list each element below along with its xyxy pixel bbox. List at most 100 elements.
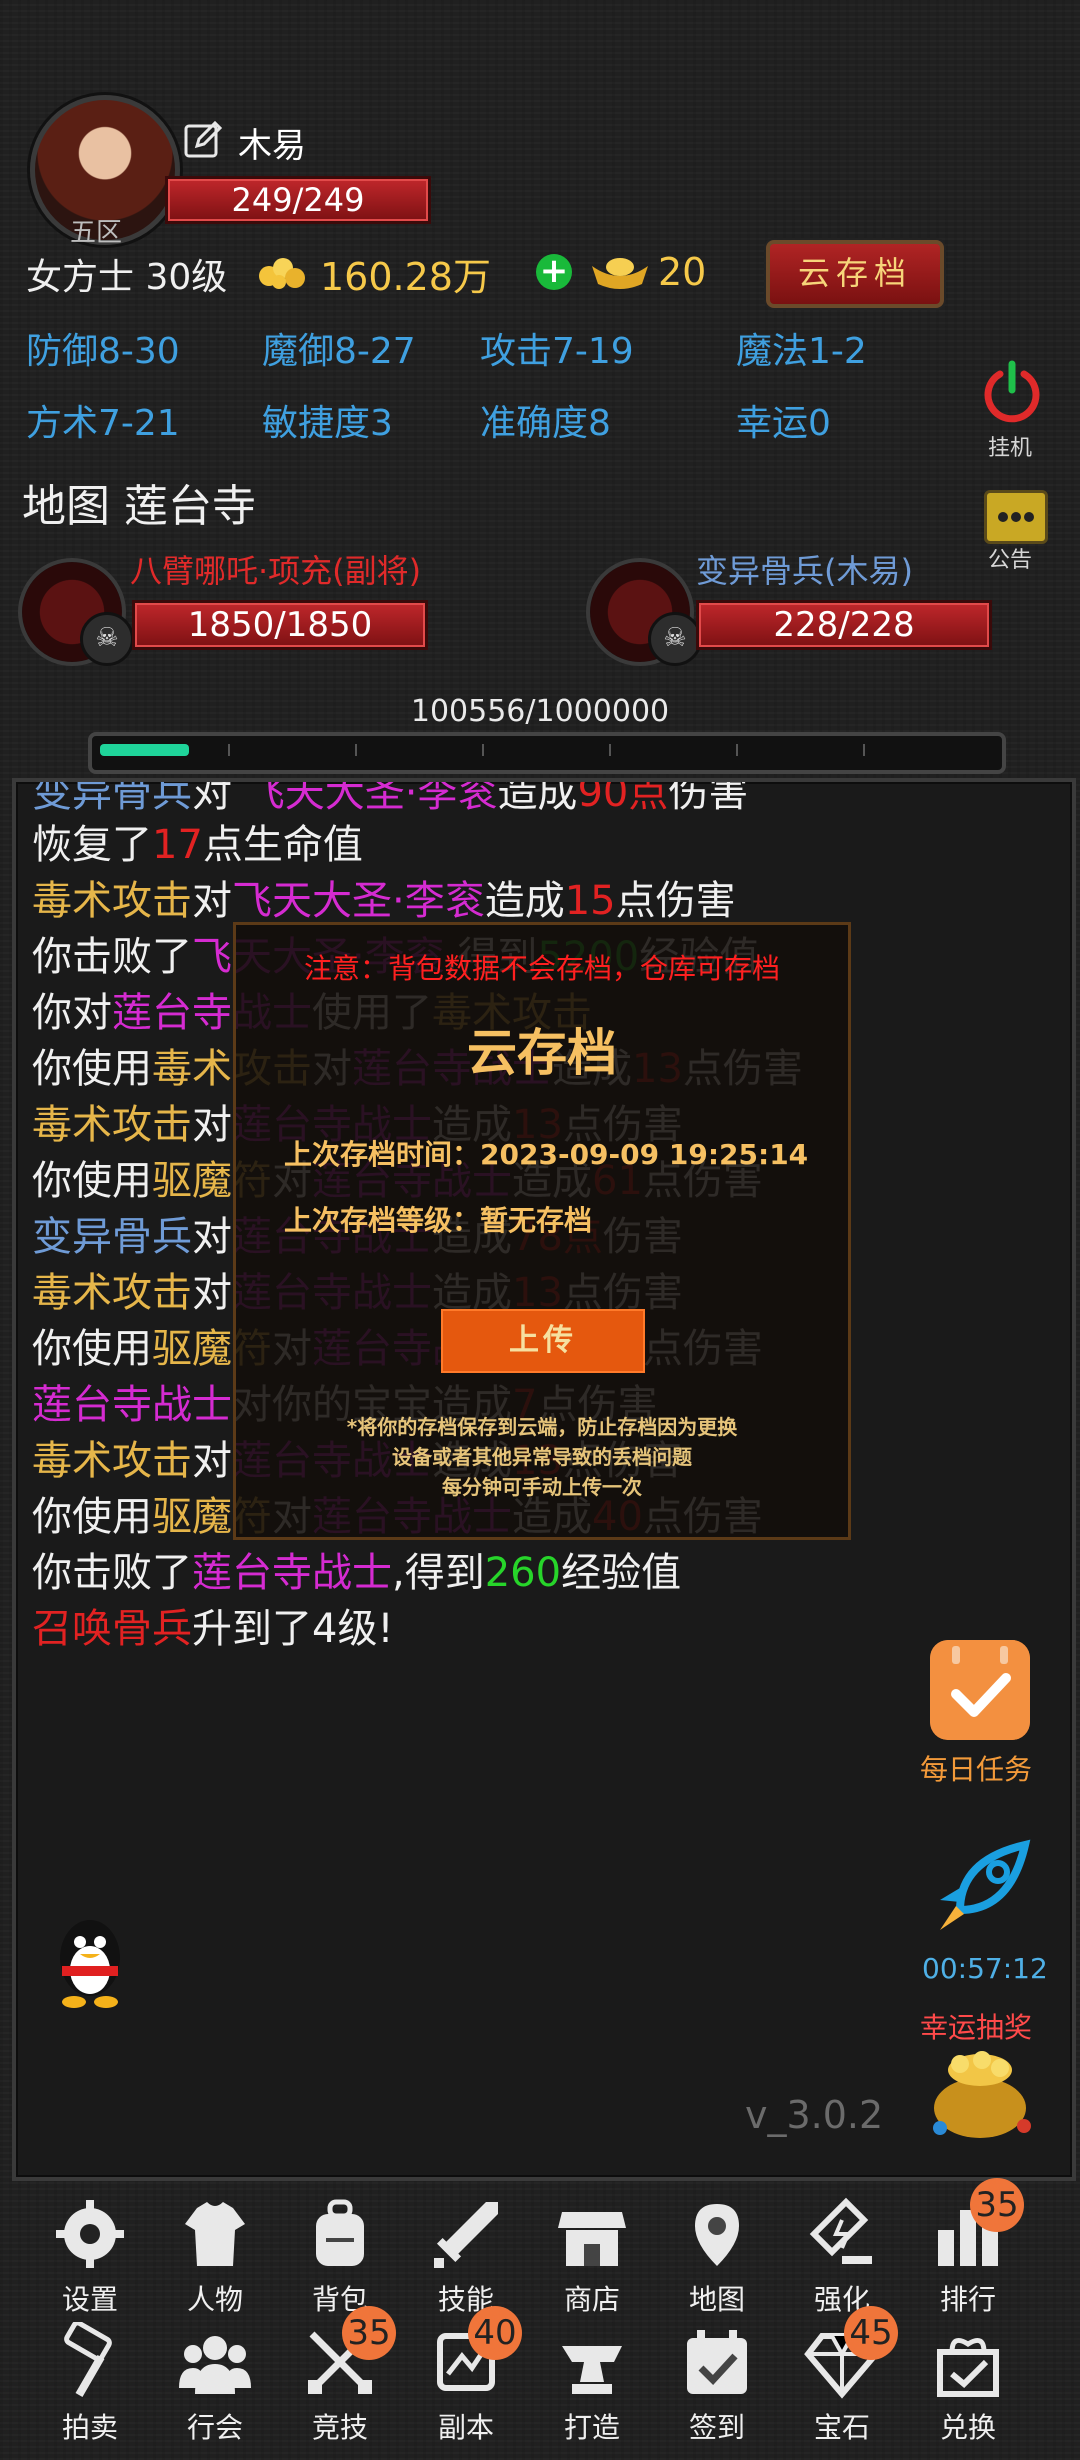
log-segment: 莲台寺战士 (32, 1382, 232, 1428)
daily-task-label: 每日任务 (920, 1753, 1033, 1786)
player-hp-bar: 249/249 (165, 176, 431, 224)
exp-divider (863, 744, 865, 756)
log-segment: 毒术攻击 (32, 878, 192, 924)
log-segment: 变异骨兵 (32, 1214, 192, 1260)
dialog-note: *将你的存档保存到云端，防止存档因为更换 (346, 1415, 738, 1439)
log-line: 毒术攻击对飞天大圣·李衮造成15点伤害 (32, 868, 736, 926)
nav-item-calendar-check[interactable]: 签到 (667, 2320, 767, 2446)
nav-item-hammer[interactable]: 拍卖 (40, 2320, 140, 2446)
version-label: v_3.0.2 (745, 2093, 884, 2137)
nav-item-anvil[interactable]: 打造 (542, 2320, 642, 2446)
calendar-check-icon (667, 2320, 767, 2404)
cloud-save-dialog: 注意：背包数据不会存档，仓库可存档 云存档 上次存档时间：2023-09-09 … (233, 922, 851, 1540)
log-segment: ,得到 (392, 1550, 485, 1596)
nav-item-enhance[interactable]: 强化 (792, 2192, 892, 2318)
stat-magic: 魔法1-2 (736, 331, 867, 372)
log-segment: 飞天大圣·李衮 (244, 778, 498, 816)
nav-item-map-pin[interactable]: 地图 (667, 2192, 767, 2318)
log-segment: 你击败了 (32, 1550, 192, 1596)
log-segment: 260 (484, 1550, 562, 1596)
last-save-time-row: 上次存档时间：2023-09-09 19:25:14 (284, 1133, 808, 1173)
exp-divider (228, 744, 230, 756)
notice-icon[interactable] (984, 490, 1048, 544)
treasure-bag-icon[interactable] (920, 2040, 1040, 2140)
dialog-warning: 注意：背包数据不会存档，仓库可存档 (303, 952, 780, 985)
nav-item-sword[interactable]: 技能 (416, 2192, 516, 2318)
stat-agility: 敏捷度3 (262, 403, 393, 444)
log-segment: 飞天大圣·李衮 (232, 878, 485, 924)
nav-label: 排行 (939, 2283, 996, 2316)
last-save-level-label: 上次存档等级： (284, 1204, 481, 1237)
stat-magic-defense: 魔御8-27 (262, 331, 416, 372)
notification-badge: 40 (468, 2306, 522, 2360)
sword-icon (416, 2192, 516, 2276)
log-segment: 你击败了 (32, 934, 192, 980)
nav-item-shop[interactable]: 商店 (542, 2192, 642, 2318)
log-segment: 升到了4级! (192, 1606, 394, 1652)
log-segment: 对 (192, 778, 245, 816)
enemy-name: 八臂哪吒·项充(副将) (130, 552, 422, 590)
nav-item-armor[interactable]: 人物 (165, 2192, 265, 2318)
stat-attack: 攻击7-19 (480, 331, 634, 372)
skull-icon: ☠ (648, 612, 702, 666)
class-level: 女方士 30级 (26, 257, 228, 298)
dots-icon (998, 512, 1034, 522)
last-save-level-value: 暂无存档 (480, 1204, 593, 1237)
log-segment: 对 (192, 878, 232, 924)
exp-divider (482, 744, 484, 756)
qq-penguin-icon[interactable] (48, 1910, 132, 2020)
afk-label: 挂机 (988, 436, 1033, 461)
nav-label: 行会 (186, 2411, 243, 2444)
dialog-title: 云存档 (467, 1024, 617, 1082)
ingot-amount: 20 (658, 250, 707, 294)
daily-task-icon[interactable] (930, 1640, 1030, 1740)
gift-exchange-icon (918, 2320, 1018, 2404)
log-segment: 点生命值 (202, 822, 363, 868)
pet-hp-bar: 228/228 (696, 600, 992, 650)
exp-divider (609, 744, 611, 756)
armor-icon (165, 2192, 265, 2276)
nav-label: 竞技 (311, 2411, 368, 2444)
log-segment: 你使用 (32, 1326, 152, 1372)
upload-button[interactable]: 上传 (441, 1309, 645, 1373)
power-icon[interactable] (980, 360, 1044, 424)
log-segment: 恢复了 (32, 822, 152, 868)
hammer-icon (40, 2320, 140, 2404)
nav-item-gear[interactable]: 设置 (40, 2192, 140, 2318)
ingot-icon (592, 258, 648, 289)
stat-accuracy: 准确度8 (480, 403, 611, 444)
zone-label: 五区 (70, 218, 123, 248)
nav-label: 签到 (688, 2411, 745, 2444)
countdown-timer: 00:57:12 (922, 1952, 1048, 1985)
gold-amount: 160.28万 (320, 255, 491, 299)
rocket-icon[interactable] (920, 1830, 1040, 1950)
log-segment: 点伤害 (615, 878, 736, 924)
log-segment: 你使用 (32, 1158, 152, 1204)
log-line: 你击败了莲台寺战士,得到260经验值 (32, 1540, 681, 1598)
gear-icon (40, 2192, 140, 2276)
notice-label: 公告 (988, 548, 1033, 573)
nav-item-gift-exchange[interactable]: 兑换 (918, 2320, 1018, 2446)
log-segment: 召唤骨兵 (32, 1606, 192, 1652)
pet-name: 变异骨兵(木易) (696, 552, 913, 590)
log-segment: 毒术攻击 (32, 1438, 192, 1484)
log-segment: 经验值 (561, 1550, 682, 1596)
cloud-save-button[interactable]: 云存档 (766, 240, 944, 308)
notification-badge: 45 (844, 2306, 898, 2360)
nav-label: 人物 (186, 2283, 243, 2316)
nav-item-backpack[interactable]: 背包 (290, 2192, 390, 2318)
nav-label: 副本 (437, 2411, 494, 2444)
stat-luck: 幸运0 (736, 403, 831, 444)
nav-item-guild[interactable]: 行会 (165, 2320, 265, 2446)
nav-label: 打造 (563, 2411, 620, 2444)
dialog-note: 每分钟可手动上传一次 (442, 1475, 642, 1499)
log-segment: 对 (192, 1438, 232, 1484)
edit-icon[interactable] (183, 120, 223, 160)
exp-bar-fill (100, 744, 189, 756)
exp-text: 100556/1000000 (410, 694, 670, 729)
nav-label: 兑换 (939, 2411, 996, 2444)
guild-icon (165, 2320, 265, 2404)
plus-icon[interactable]: + (536, 254, 572, 290)
skull-icon: ☠ (80, 612, 134, 666)
log-segment: 造成 (497, 778, 578, 816)
